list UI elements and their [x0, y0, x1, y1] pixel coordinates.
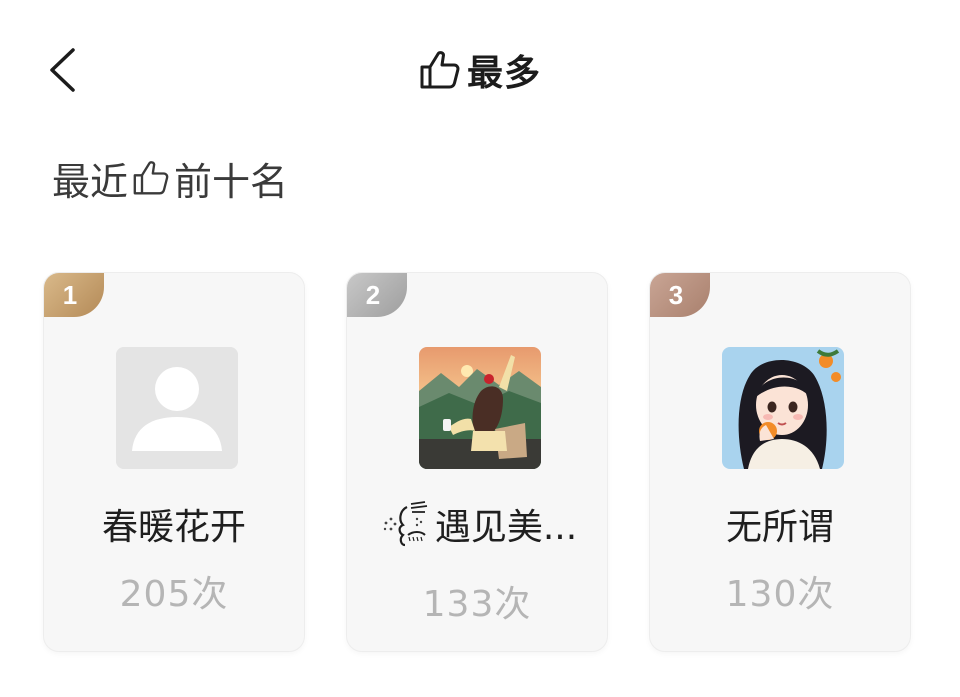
avatar-image	[722, 347, 844, 469]
ranking-card-1[interactable]: 1 春暖花开 205次	[43, 272, 305, 652]
section-title-suffix: 前十名	[174, 159, 289, 204]
user-name-text: 遇见美...	[434, 507, 578, 548]
user-silhouette-icon	[116, 347, 238, 469]
decorative-face-icon	[383, 501, 427, 547]
top-likes-page: 最多 最近 前十名 1 春暖花开 205次 2 遇见美... 133次 3 无所…	[0, 0, 960, 697]
default-avatar[interactable]	[116, 347, 238, 469]
like-count: 205次	[119, 574, 229, 615]
ranking-card-2[interactable]: 2 遇见美... 133次	[346, 272, 608, 652]
rank-badge: 2	[347, 273, 407, 317]
avatar-image	[419, 347, 541, 469]
avatar[interactable]	[419, 347, 541, 469]
page-title: 最多	[466, 53, 541, 94]
like-count: 130次	[725, 574, 835, 615]
avatar[interactable]	[722, 347, 844, 469]
ranking-card-3[interactable]: 3 无所谓 130次	[649, 272, 911, 652]
thumbs-up-icon	[132, 160, 170, 196]
rank-badge: 3	[650, 273, 710, 317]
user-name: 春暖花开	[101, 507, 246, 548]
rank-badge: 1	[44, 273, 104, 317]
like-count: 133次	[422, 584, 532, 625]
thumbs-up-icon	[420, 51, 460, 89]
section-title-prefix: 最近	[52, 159, 129, 204]
page-header: 最多	[0, 44, 960, 96]
user-name: 无所谓	[725, 507, 834, 548]
section-title: 最近 前十名	[52, 152, 288, 204]
user-name: 遇见美...	[347, 499, 607, 549]
